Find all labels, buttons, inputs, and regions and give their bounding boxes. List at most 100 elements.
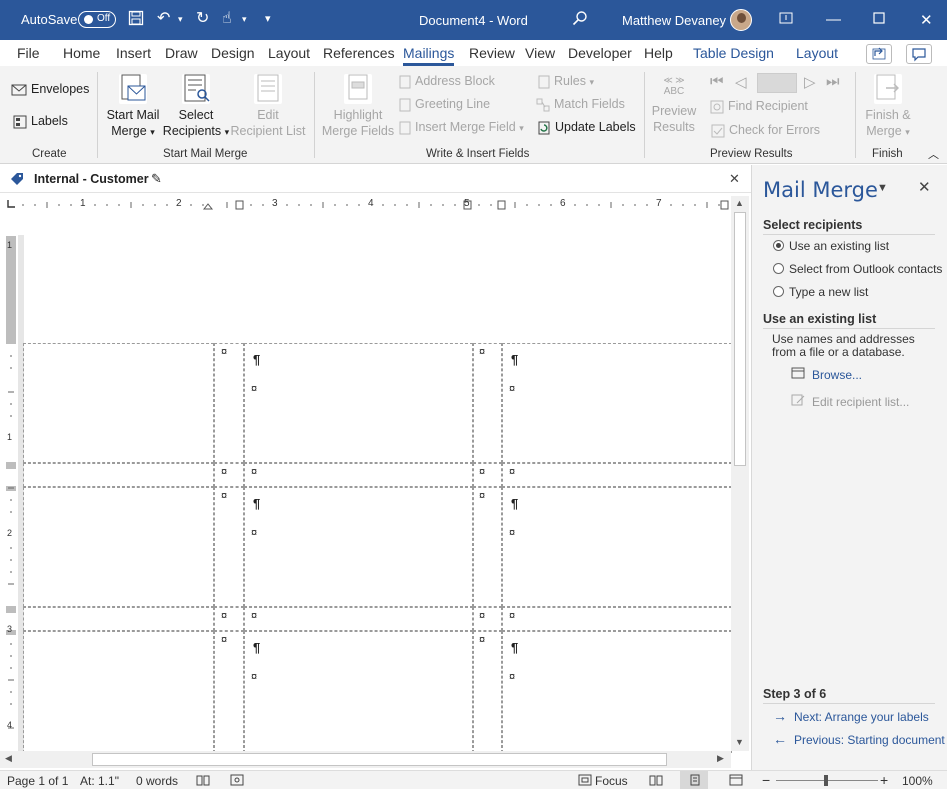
highlight-merge-fields-button[interactable]: Highlight Merge Fields xyxy=(320,74,396,139)
user-name[interactable]: Matthew Devaney xyxy=(622,13,726,28)
table-cell[interactable] xyxy=(473,487,502,607)
vertical-ruler[interactable]: 1 1 2 3 4 xyxy=(4,236,18,750)
vertical-scroll-thumb[interactable] xyxy=(734,212,746,466)
table-cell[interactable] xyxy=(473,463,502,487)
table-cell[interactable] xyxy=(244,487,473,607)
tab-view[interactable]: View xyxy=(525,45,555,61)
select-recipients-button[interactable]: Select Recipients ▾ xyxy=(161,74,231,140)
greeting-line-button[interactable]: Greeting Line xyxy=(399,97,490,112)
next-step-link[interactable]: Next: Arrange your labels xyxy=(794,710,929,724)
table-cell[interactable] xyxy=(502,631,732,753)
print-layout-icon[interactable] xyxy=(689,774,701,789)
tab-selector-icon[interactable] xyxy=(5,198,17,210)
close-pane-icon[interactable]: ✕ xyxy=(918,178,931,196)
table-cell[interactable] xyxy=(214,487,244,607)
address-block-button[interactable]: Address Block xyxy=(399,74,495,89)
search-icon[interactable] xyxy=(572,10,588,31)
minimize-icon[interactable]: — xyxy=(826,11,841,28)
find-recipient-button[interactable]: Find Recipient xyxy=(710,99,808,114)
scroll-right-icon[interactable]: ▶ xyxy=(717,753,724,764)
rules-button[interactable]: Rules ▾ xyxy=(538,74,594,89)
autosave-toggle[interactable]: Off xyxy=(78,11,116,28)
check-errors-button[interactable]: Check for Errors xyxy=(711,123,820,138)
radio-label[interactable]: Select from Outlook contacts xyxy=(789,262,942,276)
edit-recipient-list-link[interactable]: Edit recipient list... xyxy=(812,395,909,409)
touch-mode-icon[interactable]: ☝ xyxy=(222,10,232,28)
previous-step-link[interactable]: Previous: Starting document xyxy=(794,733,945,747)
table-cell[interactable] xyxy=(244,631,473,753)
finish-merge-button[interactable]: Finish & Merge ▾ xyxy=(860,74,916,140)
tab-references[interactable]: References xyxy=(323,45,395,61)
labels-button[interactable]: Labels xyxy=(13,114,68,129)
radio-label[interactable]: Use an existing list xyxy=(789,239,889,253)
record-number-input[interactable] xyxy=(757,73,797,93)
table-cell[interactable] xyxy=(23,343,214,463)
web-layout-icon[interactable] xyxy=(729,774,743,789)
horizontal-scroll-thumb[interactable] xyxy=(92,753,667,766)
radio-type-new-list[interactable] xyxy=(773,286,784,297)
radio-outlook-contacts[interactable] xyxy=(773,263,784,274)
touch-dropdown-icon[interactable]: ▾ xyxy=(242,10,247,28)
scroll-up-icon[interactable]: ▲ xyxy=(735,198,744,208)
undo-icon[interactable]: ↶ xyxy=(157,10,170,28)
ribbon-display-icon[interactable] xyxy=(779,11,793,29)
table-cell[interactable] xyxy=(473,631,502,753)
tab-home[interactable]: Home xyxy=(63,45,100,61)
table-cell[interactable] xyxy=(214,343,244,463)
proofing-icon[interactable] xyxy=(196,774,210,789)
focus-icon[interactable] xyxy=(578,774,592,789)
table-cell[interactable] xyxy=(23,487,214,607)
table-cell[interactable] xyxy=(214,631,244,753)
start-mail-merge-button[interactable]: Start Mail Merge ▾ xyxy=(104,74,162,140)
tab-table-design[interactable]: Table Design xyxy=(693,45,774,61)
scroll-left-icon[interactable]: ◀ xyxy=(5,753,12,764)
zoom-out-icon[interactable]: − xyxy=(762,772,770,788)
pencil-icon[interactable]: ✎ xyxy=(151,171,162,187)
close-icon[interactable]: ✕ xyxy=(729,171,740,187)
horizontal-ruler[interactable]: 1 2 3 4 5 6 7 xyxy=(18,196,731,214)
table-cell[interactable] xyxy=(244,343,473,463)
table-cell[interactable] xyxy=(214,463,244,487)
table-cell[interactable] xyxy=(502,343,732,463)
table-cell[interactable] xyxy=(244,607,473,631)
zoom-level[interactable]: 100% xyxy=(902,774,933,788)
tab-draw[interactable]: Draw xyxy=(165,45,198,61)
focus-label[interactable]: Focus xyxy=(595,774,628,788)
envelopes-button[interactable]: Envelopes xyxy=(11,82,89,96)
pane-options-icon[interactable]: ▼ xyxy=(877,182,888,194)
read-mode-icon[interactable] xyxy=(649,774,663,789)
preview-results-button[interactable]: ≪ ≫ ABC Preview Results xyxy=(650,76,698,135)
insert-merge-field-button[interactable]: Insert Merge Field ▾ xyxy=(399,120,524,135)
close-window-icon[interactable]: ✕ xyxy=(920,11,933,29)
collapse-ribbon-icon[interactable]: ︿ xyxy=(928,146,939,162)
undo-dropdown-icon[interactable]: ▾ xyxy=(178,10,183,28)
page-count[interactable]: Page 1 of 1 xyxy=(7,774,68,788)
tab-mailings[interactable]: Mailings xyxy=(403,45,455,66)
table-cell[interactable] xyxy=(214,607,244,631)
tab-table-layout[interactable]: Layout xyxy=(796,45,838,61)
save-icon[interactable] xyxy=(128,10,144,31)
table-cell[interactable] xyxy=(23,631,214,753)
table-cell[interactable] xyxy=(502,607,732,631)
redo-icon[interactable]: ↻ xyxy=(196,10,209,28)
avatar[interactable] xyxy=(730,9,752,31)
word-count[interactable]: 0 words xyxy=(136,774,178,788)
table-cell[interactable] xyxy=(502,487,732,607)
cursor-position[interactable]: At: 1.1" xyxy=(80,774,119,788)
scroll-down-icon[interactable]: ▼ xyxy=(735,737,744,747)
arrow-right-icon[interactable]: → xyxy=(773,708,787,724)
radio-label[interactable]: Type a new list xyxy=(789,285,868,299)
tab-design[interactable]: Design xyxy=(211,45,255,61)
browse-link[interactable]: Browse... xyxy=(812,368,862,382)
previous-record-icon[interactable]: ◁ xyxy=(735,73,747,91)
match-fields-button[interactable]: Match Fields xyxy=(536,97,625,112)
zoom-slider-thumb[interactable] xyxy=(824,775,828,786)
tab-file[interactable]: File xyxy=(17,45,40,61)
share-button[interactable] xyxy=(866,44,892,64)
customize-qat-icon[interactable]: ▾ xyxy=(265,10,271,28)
horizontal-scrollbar[interactable]: ◀ ▶ xyxy=(0,751,731,768)
table-cell[interactable] xyxy=(23,607,214,631)
next-record-icon[interactable]: ▷ xyxy=(804,73,816,91)
table-cell[interactable] xyxy=(473,607,502,631)
table-cell[interactable] xyxy=(473,343,502,463)
